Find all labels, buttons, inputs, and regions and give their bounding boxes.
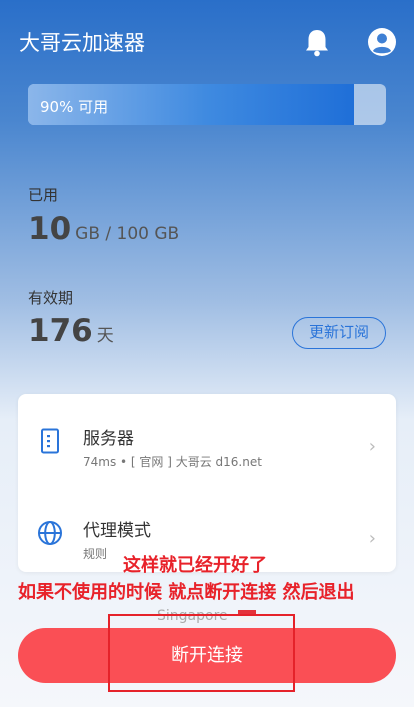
server-icon <box>41 428 59 454</box>
app-title: 大哥云加速器 <box>19 31 145 55</box>
annotation-line-1: 这样就已经开好了 <box>123 555 267 576</box>
location-name: Singapore <box>157 608 228 624</box>
used-value: 10 <box>28 211 72 247</box>
usage-progress-bar: 90% 可用 <box>28 84 386 125</box>
server-detail: 74ms • [ 官网 ] 大哥云 d16.net <box>83 455 262 469</box>
validity-label: 有效期 <box>28 289 74 307</box>
app-header: 大哥云加速器 <box>0 0 414 86</box>
used-value-row: 10 GB / 100 GB <box>28 211 179 247</box>
renew-subscription-button[interactable]: 更新订阅 <box>292 317 386 349</box>
used-unit: GB / 100 GB <box>75 224 180 244</box>
singapore-flag-icon <box>238 610 256 622</box>
bell-icon[interactable] <box>303 27 331 57</box>
validity-value-row: 176 天 <box>28 313 114 349</box>
server-row[interactable]: 服务器 74ms • [ 官网 ] 大哥云 d16.net › <box>18 400 396 480</box>
server-title: 服务器 <box>83 429 134 449</box>
settings-card: 服务器 74ms • [ 官网 ] 大哥云 d16.net › 代理模式 规则 … <box>18 394 396 572</box>
proxy-mode-value: 规则 <box>83 547 108 561</box>
chevron-right-icon: › <box>368 436 376 457</box>
validity-unit: 天 <box>96 326 114 346</box>
proxy-mode-title: 代理模式 <box>83 521 151 541</box>
disconnect-button[interactable]: 断开连接 <box>18 628 396 683</box>
used-label: 已用 <box>28 186 59 204</box>
user-icon[interactable] <box>367 27 397 57</box>
chevron-right-icon: › <box>368 528 376 549</box>
usage-text: 90% 可用 <box>40 98 109 116</box>
globe-icon <box>38 521 62 545</box>
annotation-line-2: 如果不使用的时候 就点断开连接 然后退出 <box>18 582 355 603</box>
validity-value: 176 <box>28 313 93 349</box>
